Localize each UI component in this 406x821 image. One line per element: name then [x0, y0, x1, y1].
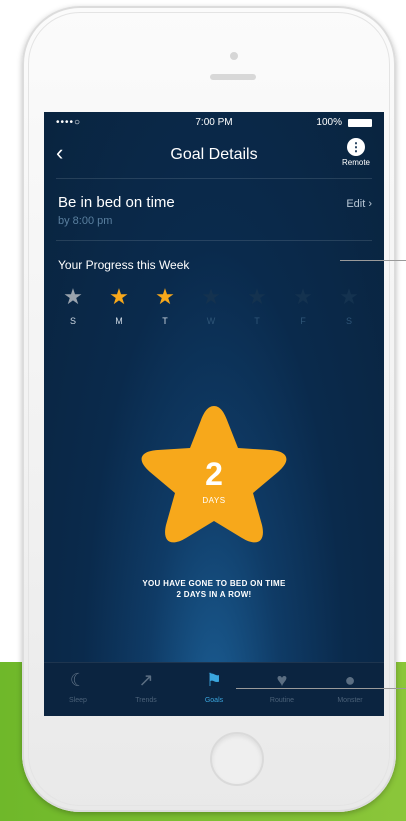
streak-unit: DAYS [202, 496, 226, 505]
header-divider [56, 178, 372, 179]
day-star-icon: ★ [293, 284, 313, 309]
battery-icon [348, 119, 372, 127]
tab-label: Goals [204, 697, 224, 704]
trend-icon: ↗ [138, 670, 154, 690]
day-label: M [115, 316, 123, 326]
day-label: T [162, 316, 168, 326]
tab-monster[interactable]: ● Monster [316, 669, 384, 704]
goal-title: Be in bed on time [58, 194, 175, 211]
streak-message-line1: YOU HAVE GONE TO BED ON TIME [142, 579, 286, 588]
goal-subtitle: by 8:00 pm [58, 215, 113, 227]
streak-message-line2: 2 DAYS IN A ROW! [176, 590, 252, 599]
remote-label: Remote [341, 158, 370, 167]
streak-count: 2 [205, 456, 223, 492]
day-star-icon: ★ [109, 284, 129, 309]
callout-line-goals [236, 688, 406, 689]
tab-routine[interactable]: ♥ Routine [248, 669, 316, 704]
day-star-icon: ★ [339, 284, 359, 309]
tab-label: Trends [135, 697, 157, 704]
edit-goal-link[interactable]: Edit › [346, 198, 372, 210]
battery-percent: 100% [316, 117, 342, 128]
day-label: S [345, 316, 352, 326]
day-label: F [300, 316, 306, 326]
tab-trends[interactable]: ↗ Trends [112, 669, 180, 704]
moon-icon: ☾ [69, 670, 87, 690]
app-screen: ••••○ 7:00 PM 100% ‹ Goal Details ⋮ Remo… [44, 112, 384, 716]
home-button[interactable] [210, 732, 264, 786]
day-label: T [254, 316, 260, 326]
tab-label: Sleep [69, 697, 87, 704]
day-6: ★ S [334, 284, 364, 327]
day-0: ★ S [58, 284, 88, 327]
day-4: ★ T [242, 284, 272, 327]
day-star-icon: ★ [155, 284, 175, 309]
earpiece-speaker [210, 74, 256, 80]
tab-goals[interactable]: ⚑ Goals [180, 669, 248, 704]
nav-bar: ‹ Goal Details ⋮ Remote [44, 134, 384, 176]
day-1: ★ M [104, 284, 134, 327]
tab-sleep[interactable]: ☾ Sleep [44, 669, 112, 704]
day-2: ★ T [150, 284, 180, 327]
day-label: S [69, 316, 76, 326]
day-star-icon: ★ [201, 284, 221, 309]
week-progress: ★ S ★ M ★ T ★ W ★ T ★ F ★ S [58, 284, 359, 346]
page-title: Goal Details [170, 146, 258, 163]
tab-label: Routine [269, 697, 295, 704]
streak-message: YOU HAVE GONE TO BED ON TIME 2 DAYS IN A… [64, 578, 364, 600]
tab-label: Monster [337, 697, 363, 704]
remote-button[interactable]: ⋮ Remote [336, 138, 376, 167]
status-bar: ••••○ 7:00 PM 100% [44, 112, 384, 134]
day-5: ★ F [288, 284, 318, 327]
day-star-icon: ★ [63, 284, 83, 309]
callout-line-progress [340, 260, 406, 261]
day-label: W [206, 316, 216, 326]
remote-icon: ⋮ [347, 138, 365, 156]
day-3: ★ W [196, 284, 226, 327]
tab-bar: ☾ Sleep ↗ Trends ⚑ Goals ♥ Routine ● Monster [44, 662, 384, 716]
day-star-icon: ★ [247, 284, 267, 309]
progress-section-title: Your Progress this Week [58, 258, 190, 272]
front-camera [230, 52, 238, 60]
goal-divider [56, 240, 372, 241]
